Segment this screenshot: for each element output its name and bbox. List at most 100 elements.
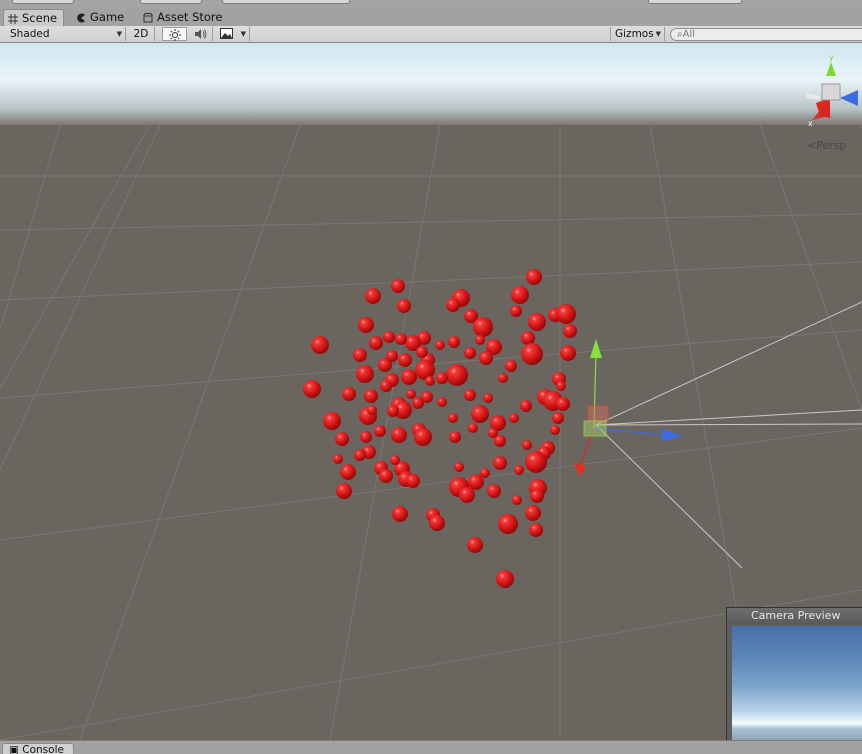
red-sphere[interactable] (395, 333, 407, 345)
red-sphere[interactable] (398, 353, 412, 367)
red-sphere[interactable] (406, 389, 416, 399)
red-sphere[interactable] (560, 345, 576, 361)
red-sphere[interactable] (303, 380, 321, 398)
red-sphere[interactable] (514, 465, 524, 475)
red-sphere[interactable] (525, 451, 547, 473)
red-sphere[interactable] (512, 495, 522, 505)
scene-viewport[interactable]: y x <Persp Camera Preview (0, 43, 862, 740)
red-sphere[interactable] (356, 365, 374, 383)
red-sphere[interactable] (379, 469, 393, 483)
red-sphere[interactable] (436, 372, 448, 384)
tab-asset-store[interactable]: Asset Store (139, 9, 229, 26)
red-sphere[interactable] (390, 455, 400, 465)
tab-game[interactable]: Game (72, 9, 130, 26)
red-sphere[interactable] (387, 405, 399, 417)
2d-toggle-button[interactable]: 2D (128, 27, 155, 41)
pivot-toggle[interactable] (140, 0, 202, 4)
red-sphere[interactable] (522, 440, 532, 450)
red-sphere[interactable] (530, 489, 544, 503)
scene-lighting-toggle[interactable] (162, 27, 187, 41)
red-sphere[interactable] (365, 288, 381, 304)
red-sphere[interactable] (311, 336, 329, 354)
red-sphere[interactable] (392, 506, 408, 522)
red-sphere[interactable] (464, 347, 476, 359)
red-sphere[interactable] (391, 427, 407, 443)
red-sphere[interactable] (374, 425, 386, 437)
red-sphere[interactable] (479, 351, 493, 365)
red-sphere[interactable] (416, 346, 428, 358)
red-sphere[interactable] (448, 336, 460, 348)
red-sphere[interactable] (333, 454, 343, 464)
red-sphere[interactable] (556, 381, 566, 391)
hierarchy-search-field[interactable]: ⌕All (670, 28, 862, 41)
red-sphere[interactable] (429, 515, 445, 531)
red-sphere[interactable] (505, 360, 517, 372)
transform-tools[interactable] (12, 0, 74, 4)
red-sphere[interactable] (556, 397, 570, 411)
red-sphere[interactable] (412, 397, 424, 409)
red-sphere[interactable] (323, 412, 341, 430)
red-sphere[interactable] (498, 514, 518, 534)
red-sphere[interactable] (367, 405, 377, 415)
red-sphere[interactable] (414, 428, 432, 446)
red-sphere[interactable] (342, 387, 356, 401)
tab-console[interactable]: ▣ Console (2, 743, 74, 754)
red-sphere[interactable] (520, 400, 532, 412)
red-sphere[interactable] (468, 423, 478, 433)
red-sphere[interactable] (488, 428, 498, 438)
red-sphere[interactable] (391, 279, 405, 293)
red-sphere[interactable] (510, 305, 522, 317)
red-sphere[interactable] (552, 412, 564, 424)
red-sphere[interactable] (550, 425, 560, 435)
red-sphere[interactable] (480, 468, 490, 478)
layers-dropdown[interactable] (648, 0, 742, 4)
red-sphere[interactable] (521, 343, 543, 365)
play-controls[interactable] (222, 0, 350, 4)
red-sphere[interactable] (446, 364, 468, 386)
red-sphere[interactable] (340, 464, 356, 480)
red-sphere[interactable] (493, 456, 507, 470)
shading-mode-dropdown[interactable]: Shaded ▼ (0, 27, 126, 41)
red-sphere[interactable] (467, 537, 483, 553)
red-sphere[interactable] (397, 299, 411, 313)
red-sphere[interactable] (383, 331, 395, 343)
red-sphere[interactable] (358, 317, 374, 333)
scene-audio-toggle[interactable] (188, 27, 213, 41)
red-sphere[interactable] (401, 369, 417, 385)
red-sphere[interactable] (487, 484, 501, 498)
red-sphere[interactable] (406, 474, 420, 488)
red-sphere[interactable] (471, 405, 489, 423)
red-sphere[interactable] (449, 431, 461, 443)
red-sphere[interactable] (464, 389, 476, 401)
red-sphere[interactable] (354, 449, 366, 461)
red-sphere[interactable] (496, 570, 514, 588)
red-sphere[interactable] (448, 413, 458, 423)
red-sphere[interactable] (521, 331, 535, 345)
red-sphere[interactable] (437, 397, 447, 407)
red-sphere[interactable] (364, 389, 378, 403)
projection-toggle[interactable]: <Persp (807, 139, 846, 152)
gizmos-dropdown[interactable]: Gizmos ▼ (610, 27, 665, 41)
red-sphere[interactable] (459, 487, 475, 503)
red-sphere[interactable] (525, 505, 541, 521)
red-sphere[interactable] (528, 313, 546, 331)
red-sphere[interactable] (526, 269, 542, 285)
red-sphere[interactable] (336, 483, 352, 499)
red-sphere[interactable] (498, 373, 508, 383)
red-sphere[interactable] (353, 348, 367, 362)
red-sphere[interactable] (335, 432, 349, 446)
red-sphere[interactable] (483, 393, 493, 403)
red-sphere[interactable] (563, 324, 577, 338)
red-sphere[interactable] (380, 380, 392, 392)
red-sphere[interactable] (454, 462, 464, 472)
red-sphere[interactable] (511, 286, 529, 304)
red-sphere[interactable] (473, 317, 493, 337)
red-sphere[interactable] (360, 431, 372, 443)
red-sphere[interactable] (475, 335, 485, 345)
red-sphere[interactable] (529, 523, 543, 537)
red-sphere[interactable] (556, 304, 576, 324)
red-sphere[interactable] (435, 340, 445, 350)
red-sphere[interactable] (425, 376, 435, 386)
red-sphere[interactable] (386, 350, 398, 362)
red-sphere[interactable] (509, 413, 519, 423)
